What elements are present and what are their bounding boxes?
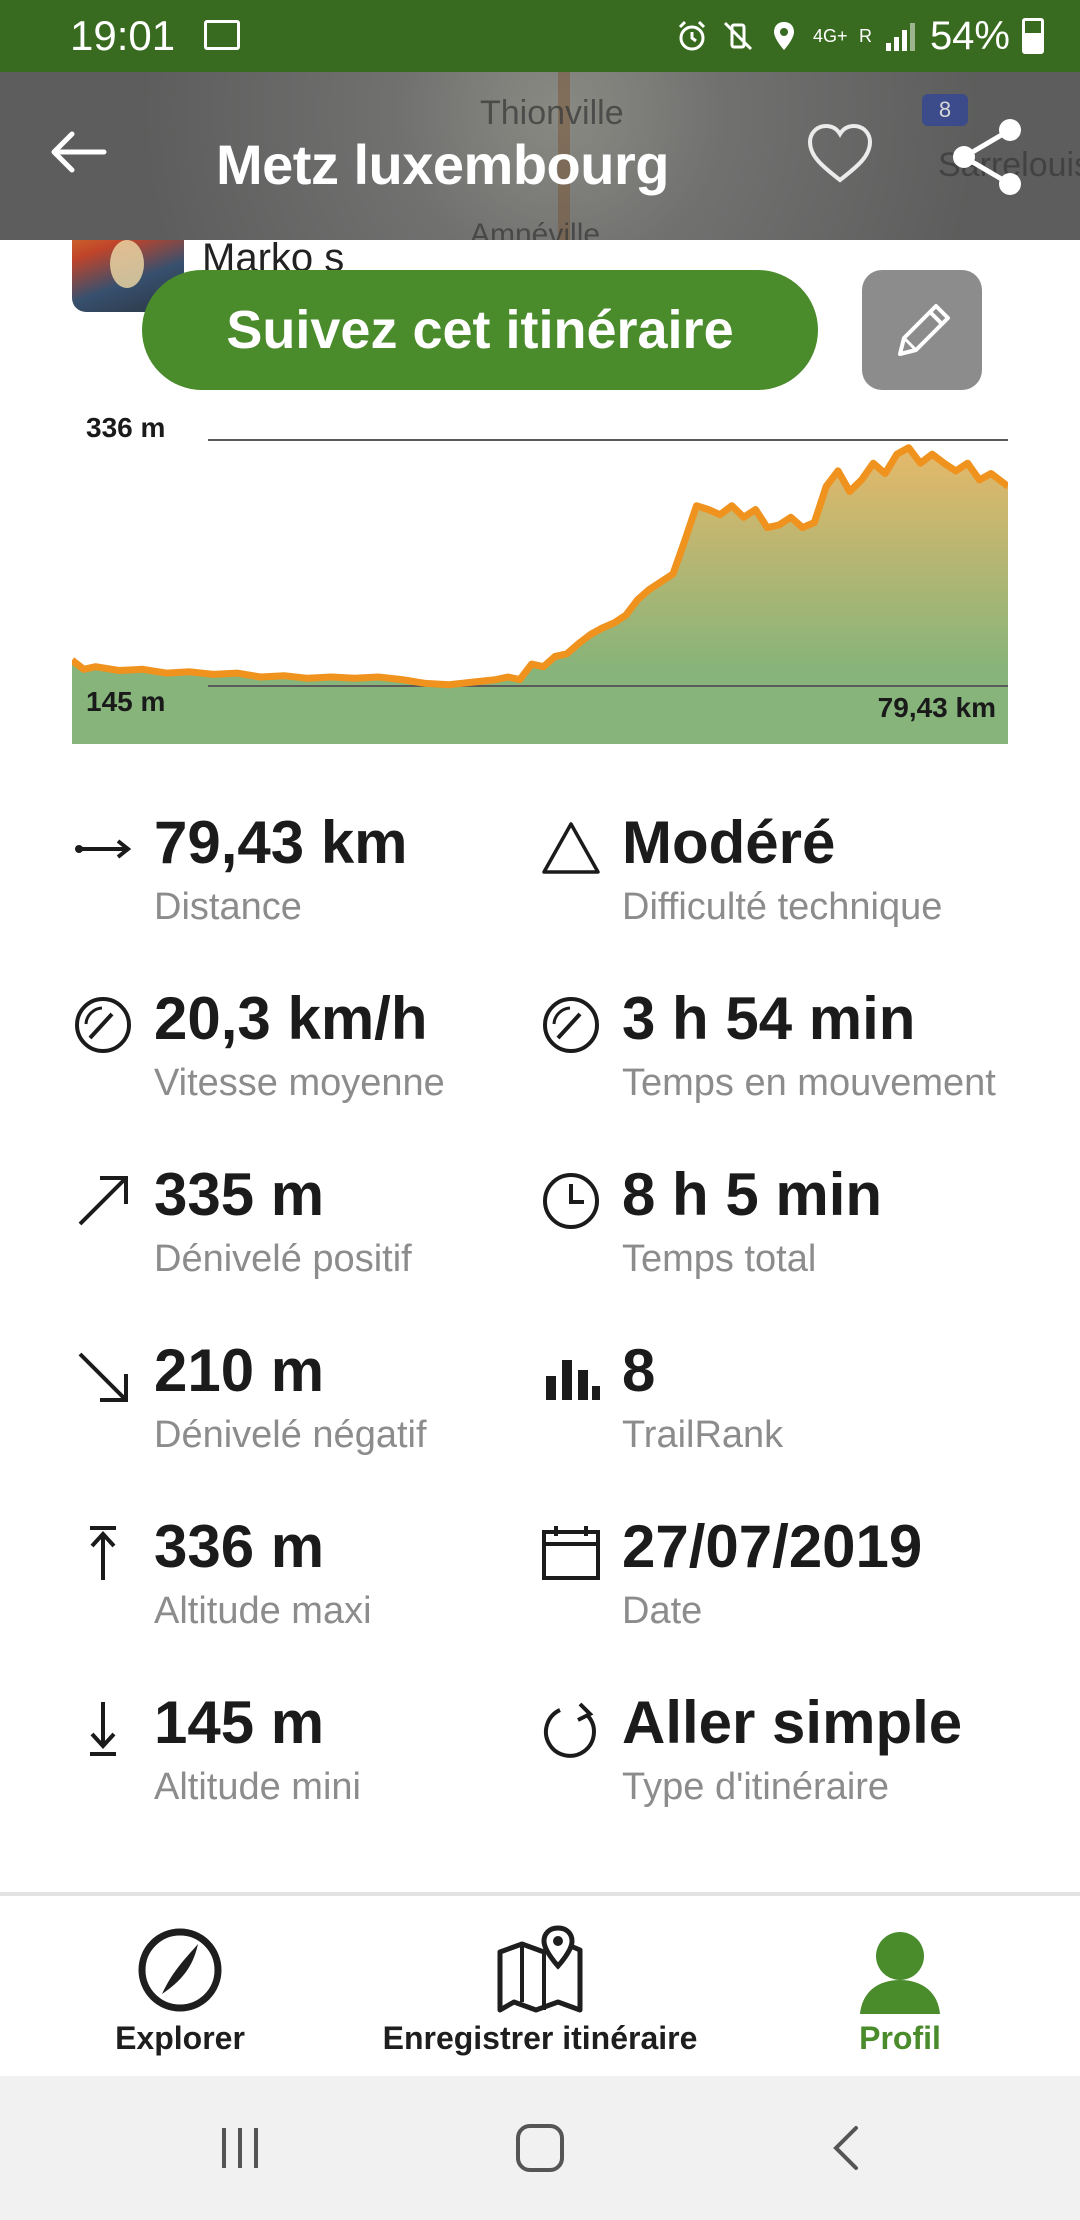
stat-value: 27/07/2019	[622, 1513, 923, 1580]
stat-value: 8 h 5 min	[622, 1161, 883, 1228]
bar-chart-icon	[546, 1360, 600, 1400]
profile-person-icon	[860, 1932, 940, 2014]
distance-arrow-icon	[75, 839, 132, 859]
chart-min-label: 145 m	[86, 686, 166, 717]
elevation-chart-svg	[72, 408, 1008, 744]
speedometer-icon	[543, 997, 599, 1053]
arrow-up-right-icon	[78, 1176, 128, 1226]
calendar-icon	[542, 1526, 600, 1580]
stat-label: TrailRank	[622, 1414, 784, 1456]
stat-label: Altitude maxi	[154, 1590, 372, 1632]
system-navigation-bar	[0, 2076, 1080, 2220]
stat-elevation-gain: 335 m Dénivelé positif	[72, 1160, 542, 1290]
stat-value: 3 h 54 min	[622, 985, 916, 1052]
stat-value: Modéré	[622, 809, 836, 876]
nav-profile[interactable]: Profil	[760, 1896, 1040, 2080]
stat-total-time: 8 h 5 min Temps total	[540, 1160, 1010, 1290]
stat-label: Dénivelé positif	[154, 1238, 412, 1280]
back-nav-icon[interactable]	[822, 2122, 872, 2174]
location-icon	[773, 22, 794, 50]
stat-max-altitude: 336 m Altitude maxi	[72, 1512, 542, 1642]
stat-label: Altitude mini	[154, 1766, 361, 1808]
stat-distance: 79,43 km Distance	[72, 808, 542, 938]
page-title: Metz luxembourg	[216, 133, 669, 196]
stat-value: 79,43 km	[154, 809, 408, 876]
stat-label: Difficulté technique	[622, 886, 943, 928]
speedometer-icon	[75, 997, 131, 1053]
image-notification-icon	[204, 20, 240, 50]
map-label-thionville: Thionville	[480, 94, 624, 132]
stat-elevation-loss: 210 m Dénivelé négatif	[72, 1336, 542, 1466]
stat-label: Temps total	[622, 1238, 817, 1280]
stat-label: Type d'itinéraire	[622, 1766, 890, 1808]
network-type: 4G+	[812, 26, 848, 46]
altitude-max-icon	[90, 1526, 116, 1580]
mute-vibrate-icon	[723, 21, 752, 51]
stat-label: Vitesse moyenne	[154, 1062, 445, 1104]
battery-icon	[1022, 18, 1044, 54]
stat-moving-time: 3 h 54 min Temps en mouvement	[540, 984, 1010, 1114]
stat-value: 8	[622, 1337, 656, 1404]
nav-explorer-label: Explorer	[115, 2020, 245, 2056]
nav-profile-label: Profil	[859, 2020, 941, 2056]
status-icons: 4G+ R 54%	[675, 8, 1044, 64]
chart-max-label: 336 m	[86, 412, 166, 443]
app-bar: Thionville Amnéville Sarrelouis 8 Metz l…	[0, 72, 1080, 240]
clock-icon	[543, 1173, 599, 1229]
explorer-compass-icon	[138, 1928, 222, 2012]
stat-value: 145 m	[154, 1689, 325, 1756]
loop-arrow-icon	[543, 1702, 596, 1758]
stat-value: 20,3 km/h	[154, 985, 428, 1052]
stat-label: Date	[622, 1590, 703, 1632]
status-time: 19:01	[70, 12, 176, 59]
stat-difficulty: Modéré Difficulté technique	[540, 808, 1010, 938]
stat-route-type: Aller simple Type d'itinéraire	[540, 1688, 1010, 1818]
stat-value: 335 m	[154, 1161, 325, 1228]
stat-trailrank: 8 TrailRank	[540, 1336, 1010, 1466]
back-arrow-icon[interactable]	[40, 112, 120, 192]
stat-date: 27/07/2019 Date	[540, 1512, 1010, 1642]
stat-value: Aller simple	[622, 1689, 963, 1756]
battery-percent: 54%	[929, 13, 1010, 58]
app-screen: 19:01 4G+ R 54% Thionville Amnéville Sar…	[0, 0, 1080, 2220]
altitude-min-icon	[90, 1702, 116, 1756]
stat-label: Temps en mouvement	[622, 1062, 996, 1104]
nav-record-label: Enregistrer itinéraire	[382, 2020, 698, 2056]
nav-explorer[interactable]: Explorer	[40, 1896, 320, 2080]
share-icon[interactable]	[944, 112, 1034, 202]
map-label-amneville: Amnéville	[470, 218, 601, 240]
follow-route-button[interactable]: Suivez cet itinéraire	[142, 270, 818, 390]
stat-label: Distance	[154, 886, 302, 928]
status-bar: 19:01 4G+ R 54%	[0, 0, 1080, 72]
bottom-navigation: Explorer Enregistrer itinéraire Profil	[0, 1892, 1080, 2076]
stat-label: Dénivelé négatif	[154, 1414, 427, 1456]
signal-icon	[885, 23, 915, 51]
route-detail-content: Marko s Suivez cet itinéraire 336 m 145 …	[0, 240, 1080, 1892]
home-icon[interactable]	[514, 2122, 566, 2174]
elevation-chart[interactable]: 336 m 145 m 79,43 km	[72, 408, 1008, 744]
arrow-down-right-icon	[78, 1352, 128, 1402]
stat-value: 336 m	[154, 1513, 325, 1580]
nav-record-route[interactable]: Enregistrer itinéraire	[360, 1896, 720, 2080]
map-pin-icon	[497, 1925, 583, 2013]
favorite-heart-icon[interactable]	[800, 114, 880, 194]
pencil-icon	[898, 304, 950, 356]
triangle-icon	[542, 822, 600, 874]
stat-average-speed: 20,3 km/h Vitesse moyenne	[72, 984, 542, 1114]
edit-button[interactable]	[862, 270, 982, 390]
stat-value: 210 m	[154, 1337, 325, 1404]
roaming-indicator: R	[858, 25, 872, 46]
chart-distance-label: 79,43 km	[877, 692, 996, 723]
recent-apps-icon[interactable]	[216, 2124, 264, 2172]
stat-min-altitude: 145 m Altitude mini	[72, 1688, 542, 1818]
alarm-icon	[678, 20, 705, 51]
